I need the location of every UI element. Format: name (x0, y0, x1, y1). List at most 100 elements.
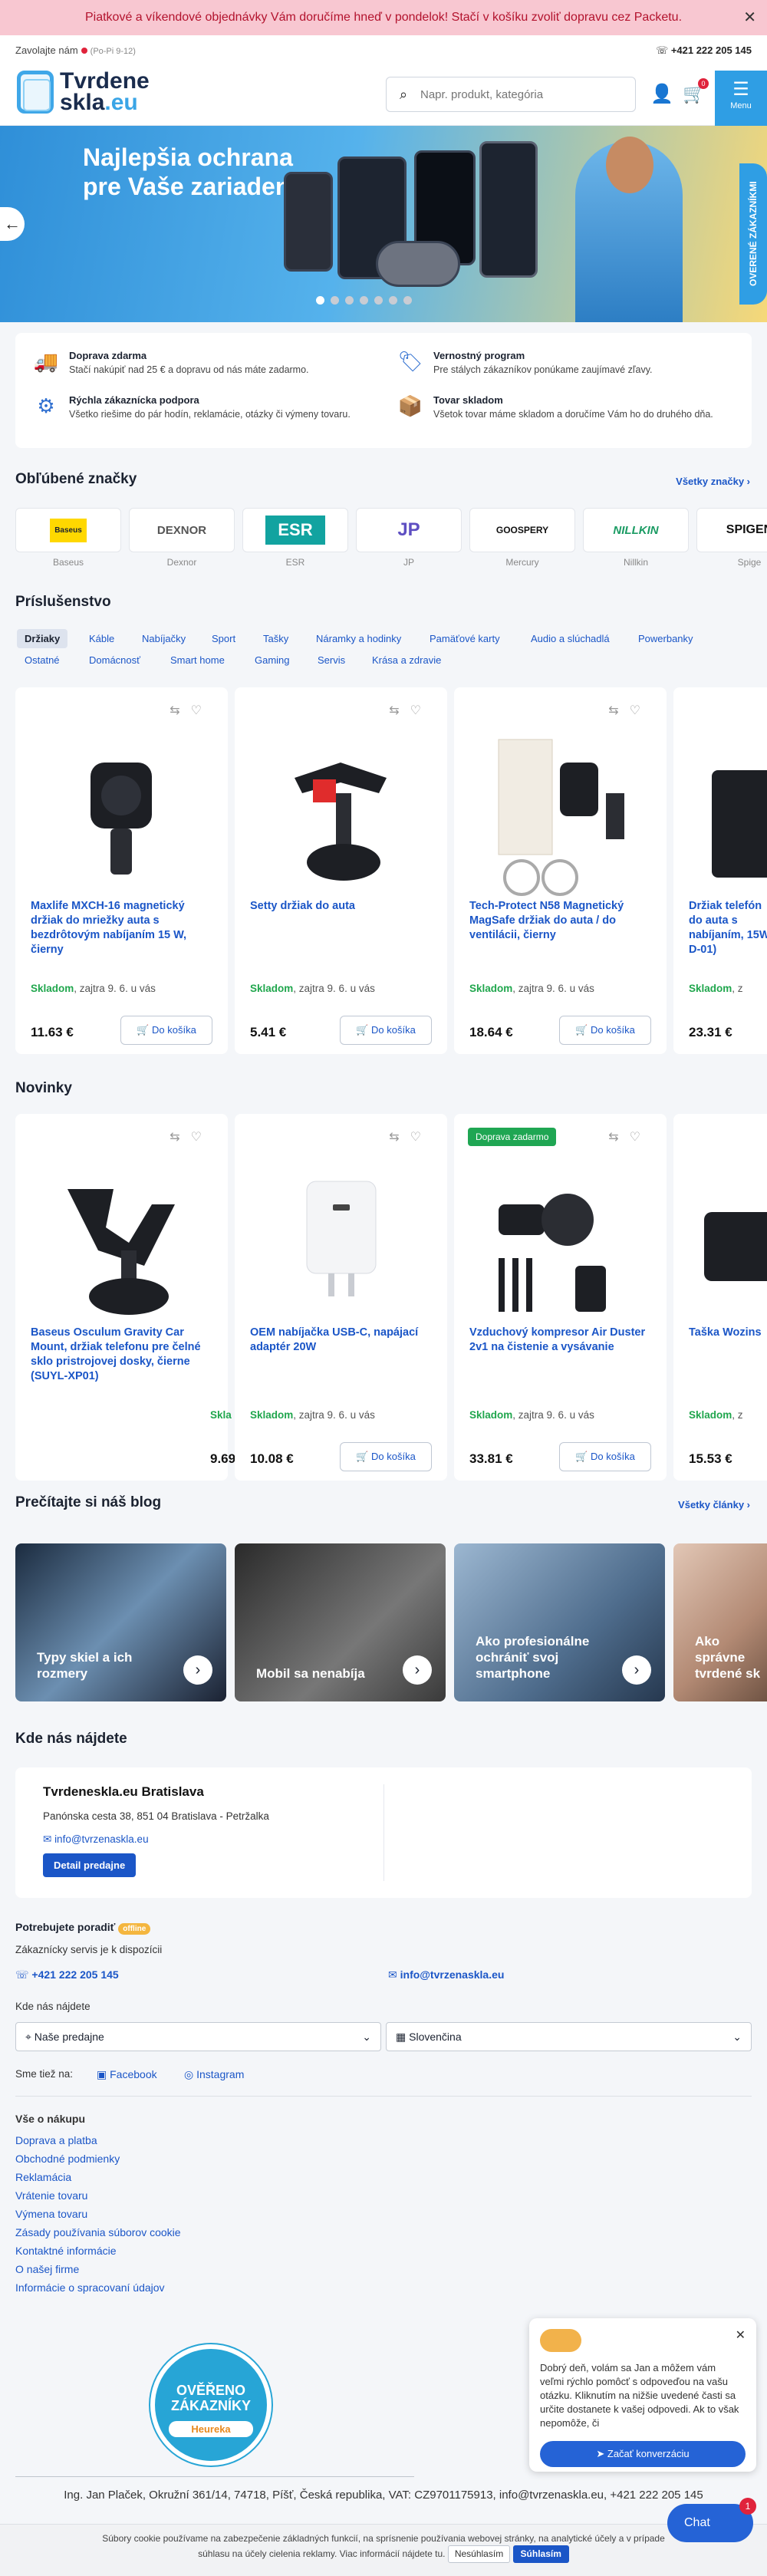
product-name[interactable]: Vzduchový kompresor Air Duster 2v1 na či… (469, 1326, 653, 1355)
footer-link[interactable]: Informácie o spracovaní údajov (15, 2281, 165, 2294)
footer-link[interactable]: Výmena tovaru (15, 2208, 87, 2220)
blog-card[interactable]: Ako profesionálne ochrániť svoj smartpho… (454, 1543, 665, 1701)
brand-item[interactable]: NILLKIN Nillkin (583, 508, 689, 568)
blog-card[interactable]: Ako správne tvrdené sk (673, 1543, 767, 1701)
search-icon[interactable]: ⌕ (387, 87, 420, 103)
category-chip[interactable]: Nabíjačky (142, 633, 186, 644)
instagram-link[interactable]: ◎ Instagram (184, 2068, 244, 2081)
facebook-link[interactable]: ▣ Facebook (97, 2068, 157, 2081)
category-chip[interactable]: Držiaky (17, 629, 68, 648)
category-chip[interactable]: Sport (212, 633, 235, 644)
blog-card[interactable]: Typy skiel a ich rozmery › (15, 1543, 226, 1701)
category-chip[interactable]: Smart home (170, 654, 225, 666)
blog-card[interactable]: Mobil sa nenabíja › (235, 1543, 446, 1701)
add-to-cart-button[interactable]: 🛒 Do košíka (559, 1442, 651, 1471)
brand-item[interactable]: Baseus Baseus (15, 508, 121, 568)
product-image[interactable] (491, 1158, 629, 1327)
product-card[interactable]: ⇆♡ Baseus Osculum Gravity Car Mount, drž… (15, 1114, 235, 1481)
start-chat-button[interactable]: ➤ Začať konverzáciu (540, 2441, 746, 2467)
product-image[interactable] (689, 1158, 767, 1327)
product-card[interactable]: ⇆♡ OEM nabíjačka USB-C, napájací adaptér… (235, 1114, 447, 1481)
brand-item[interactable]: ESR ESR (242, 508, 348, 568)
close-icon[interactable]: ✕ (736, 2327, 746, 2343)
category-chip[interactable]: Tašky (263, 633, 288, 644)
arrow-right-icon[interactable]: › (403, 1655, 432, 1685)
category-chip[interactable]: Pamäťové karty (430, 633, 500, 644)
arrow-right-icon[interactable]: › (183, 1655, 212, 1685)
product-image[interactable] (491, 732, 629, 901)
hero-dot[interactable] (389, 296, 397, 305)
product-name[interactable]: Tech-Protect N58 Magnetický MagSafe drži… (469, 899, 653, 943)
compare-wishlist-icons[interactable]: ⇆♡ (389, 1129, 432, 1145)
category-chip[interactable]: Krása a zdravie (372, 654, 441, 666)
product-card[interactable]: ⇆♡ Maxlife MXCH-16 magnetický držiak do … (15, 687, 228, 1054)
cookie-decline-button[interactable]: Nesúhlasím (447, 2545, 511, 2563)
product-card[interactable]: Taška Wozins Skladom, z 15.53 € (673, 1114, 767, 1481)
hero-dot[interactable] (403, 296, 412, 305)
verified-customers-badge[interactable]: OVERENÉ ZÁKAZNÍKMI (739, 163, 767, 305)
category-chip[interactable]: Náramky a hodinky (316, 633, 401, 644)
footer-link[interactable]: O našej firme (15, 2263, 79, 2275)
product-card[interactable]: Doprava zadarmo ⇆♡ Vzduchový kompresor A… (454, 1114, 667, 1481)
product-image[interactable] (52, 1158, 190, 1327)
category-chip[interactable]: Gaming (255, 654, 290, 666)
category-chip[interactable]: Káble (89, 633, 114, 644)
compare-wishlist-icons[interactable]: ⇆♡ (389, 703, 432, 718)
brand-item[interactable]: SPIGEN Spige (696, 508, 767, 568)
all-articles-link[interactable]: Všetky články › (678, 1499, 750, 1510)
compare-wishlist-icons[interactable]: ⇆♡ (170, 703, 212, 718)
hero-prev-arrow-icon[interactable]: ← (0, 207, 25, 241)
footer-link[interactable]: Doprava a platba (15, 2134, 97, 2146)
header-phone[interactable]: ☏ +421 222 205 145 (656, 44, 752, 57)
hero-dot[interactable] (345, 296, 354, 305)
product-card[interactable]: ⇆♡ Setty držiak do auta Skladom, zajtra … (235, 687, 447, 1054)
compare-wishlist-icons[interactable]: ⇆♡ (608, 703, 651, 718)
footer-link[interactable]: Kontaktné informácie (15, 2245, 117, 2257)
help-email[interactable]: ✉ info@tvrzenaskla.eu (388, 1968, 504, 1981)
add-to-cart-button[interactable]: 🛒 Do košíka (340, 1016, 432, 1045)
product-name[interactable]: Baseus Osculum Gravity Car Mount, držiak… (31, 1326, 215, 1384)
category-chip[interactable]: Domácnosť (89, 654, 140, 666)
product-card[interactable]: Držiak telefón do auta s nabíjaním, 15W … (673, 687, 767, 1054)
store-detail-button[interactable]: Detail predajne (43, 1853, 137, 1877)
product-card[interactable]: ⇆♡ Tech-Protect N58 Magnetický MagSafe d… (454, 687, 667, 1054)
menu-button[interactable]: ☰ Menu (715, 71, 767, 126)
category-chip[interactable]: Servis (318, 654, 345, 666)
footer-link[interactable]: Zásady používania súborov cookie (15, 2226, 181, 2238)
search-input[interactable] (420, 87, 620, 101)
product-image[interactable] (52, 732, 190, 901)
footer-link[interactable]: Reklamácia (15, 2171, 71, 2183)
category-chip[interactable]: Audio a slúchadlá (531, 633, 610, 644)
hero-dot[interactable] (316, 296, 324, 305)
cookie-accept-button[interactable]: Súhlasím (512, 2545, 569, 2563)
close-icon[interactable]: ✕ (743, 8, 756, 27)
product-name[interactable]: Taška Wozins (689, 1326, 767, 1340)
add-to-cart-button[interactable]: 🛒 Do košíka (559, 1016, 651, 1045)
product-image[interactable] (689, 732, 767, 901)
product-name[interactable]: Setty držiak do auta (250, 899, 434, 914)
hero-dot[interactable] (374, 296, 383, 305)
chat-button[interactable]: Chat 1 (667, 2498, 756, 2542)
add-to-cart-button[interactable]: 🛒 Do košíka (340, 1442, 432, 1471)
brand-item[interactable]: JP JP (356, 508, 462, 568)
heureka-badge[interactable]: OVĚŘENO ZÁKAZNÍKY Heureka (150, 2344, 272, 2466)
compare-wishlist-icons[interactable]: ⇆♡ (608, 1129, 651, 1145)
product-name[interactable]: Držiak telefón do auta s nabíjaním, 15W … (689, 899, 767, 957)
user-icon[interactable]: 👤 (650, 83, 673, 105)
product-image[interactable] (272, 732, 410, 901)
add-to-cart-button[interactable]: 🛒 Do košíka (120, 1016, 212, 1045)
product-image[interactable] (272, 1158, 410, 1327)
hero-dot[interactable] (331, 296, 339, 305)
hero-slider[interactable]: Najlepšia ochrana pre Vaše zariadenie ← (0, 126, 767, 322)
category-chip[interactable]: Ostatné (25, 654, 60, 666)
footer-link[interactable]: Vrátenie tovaru (15, 2189, 87, 2202)
category-chip[interactable]: Powerbanky (638, 633, 693, 644)
compare-wishlist-icons[interactable]: ⇆♡ (170, 1129, 212, 1145)
language-select[interactable]: ▦ Slovenčina ⌄ (386, 2022, 752, 2051)
store-select[interactable]: ⌖ Naše predajne ⌄ (15, 2022, 381, 2051)
store-email[interactable]: ✉ info@tvrzenaskla.eu (43, 1833, 149, 1846)
site-logo[interactable]: Tvrdene skla.eu (17, 69, 150, 115)
all-brands-link[interactable]: Všetky značky › (676, 476, 750, 487)
help-phone[interactable]: ☏ +421 222 205 145 (15, 1968, 119, 1981)
arrow-right-icon[interactable]: › (622, 1655, 651, 1685)
